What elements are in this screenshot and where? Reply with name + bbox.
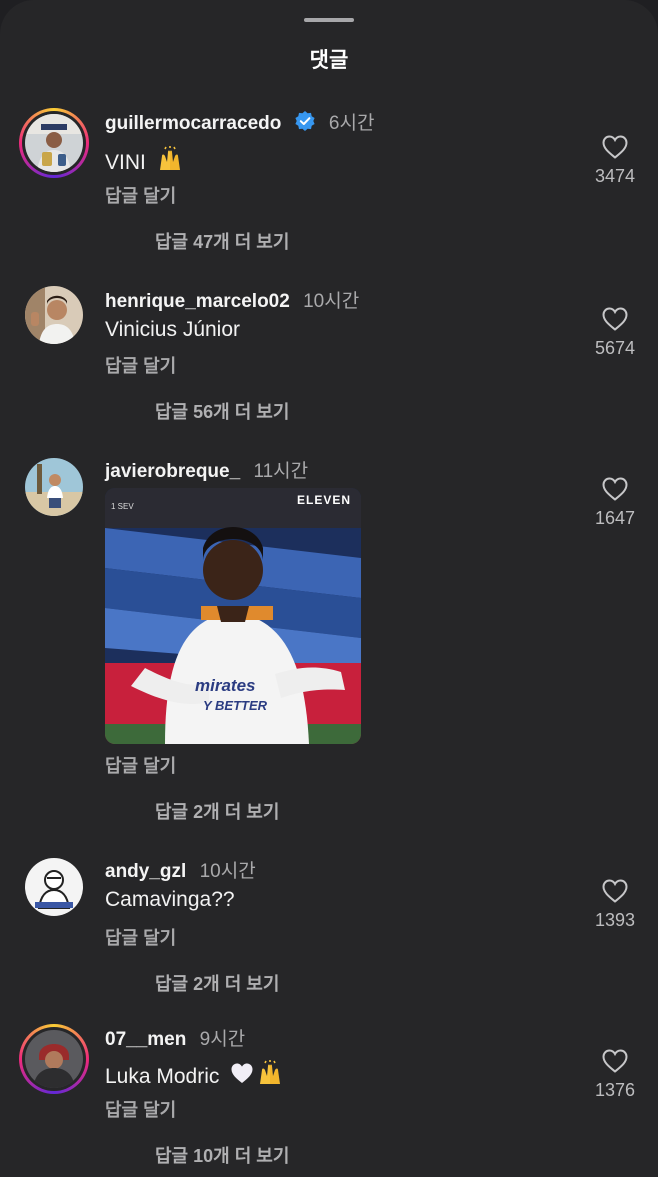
like-count: 5674: [594, 338, 636, 358]
like-control: 5674: [590, 306, 640, 359]
heart-icon[interactable]: [601, 134, 629, 160]
timestamp: 10시간: [303, 291, 360, 312]
raising-hands-icon: [156, 146, 184, 178]
avatar[interactable]: [19, 1024, 89, 1094]
timestamp: 9시간: [199, 1029, 246, 1050]
view-more-replies-button[interactable]: 답글 47개 더 보기: [155, 228, 289, 254]
verified-badge-icon: [294, 110, 316, 138]
view-more-replies-button[interactable]: 답글 10개 더 보기: [155, 1142, 289, 1168]
like-control: 3474: [590, 134, 640, 187]
like-count: 3474: [594, 166, 636, 186]
reply-button[interactable]: 답글 달기: [105, 352, 176, 378]
username[interactable]: 07__men: [105, 1029, 186, 1050]
score-bug: 1 SEV: [111, 502, 134, 511]
comment-text: VINI: [105, 151, 146, 174]
shirt-sponsor-subtext: Y BETTER: [203, 698, 268, 713]
avatar[interactable]: [25, 458, 83, 516]
timestamp: 11시간: [253, 461, 309, 482]
white-heart-raising-hands-icon: [229, 1060, 285, 1092]
sheet-title: 댓글: [309, 49, 349, 72]
avatar-photo: [25, 1030, 83, 1088]
like-control: 1647: [590, 476, 640, 529]
like-count: 1393: [594, 910, 636, 930]
avatar-photo: [25, 458, 83, 516]
view-more-replies-button[interactable]: 답글 2개 더 보기: [155, 970, 279, 996]
reply-button[interactable]: 답글 달기: [105, 1096, 176, 1122]
drag-handle[interactable]: [304, 18, 354, 22]
like-control: 1393: [590, 878, 640, 931]
username[interactable]: javierobreque_: [105, 461, 240, 482]
channel-logo: ELEVEN: [296, 493, 351, 507]
comment-text: Luka Modric: [105, 1065, 220, 1088]
heart-icon[interactable]: [601, 878, 629, 904]
timestamp: 6시간: [328, 113, 375, 134]
reply-button[interactable]: 답글 달기: [105, 182, 176, 208]
avatar[interactable]: [19, 108, 89, 178]
comment-gif-image[interactable]: ELEVEN 1 SEV mirates Y BETTER: [105, 488, 361, 744]
reply-button[interactable]: 답글 달기: [105, 752, 176, 778]
comments-sheet: 댓글 guillermocarracedo 6시간 VINI 답글 달기 답글 …: [0, 0, 658, 1177]
reply-button[interactable]: 답글 달기: [105, 924, 176, 950]
shirt-sponsor-text: mirates: [195, 676, 256, 695]
avatar-photo: [25, 286, 83, 344]
avatar-photo: [25, 114, 83, 172]
avatar[interactable]: [25, 286, 83, 344]
like-count: 1647: [594, 508, 636, 528]
like-count: 1376: [594, 1080, 636, 1100]
username[interactable]: henrique_marcelo02: [105, 291, 290, 312]
view-more-replies-button[interactable]: 답글 56개 더 보기: [155, 398, 289, 424]
like-control: 1376: [590, 1048, 640, 1101]
username[interactable]: andy_gzl: [105, 861, 186, 882]
comment-text: Camavinga??: [105, 888, 235, 911]
avatar-photo: [25, 858, 83, 916]
heart-icon[interactable]: [601, 1048, 629, 1074]
avatar[interactable]: [25, 858, 83, 916]
view-more-replies-button[interactable]: 답글 2개 더 보기: [155, 798, 279, 824]
comment-text: Vinicius Júnior: [105, 318, 241, 341]
username[interactable]: guillermocarracedo: [105, 113, 281, 134]
heart-icon[interactable]: [601, 476, 629, 502]
heart-icon[interactable]: [601, 306, 629, 332]
timestamp: 10시간: [199, 861, 256, 882]
